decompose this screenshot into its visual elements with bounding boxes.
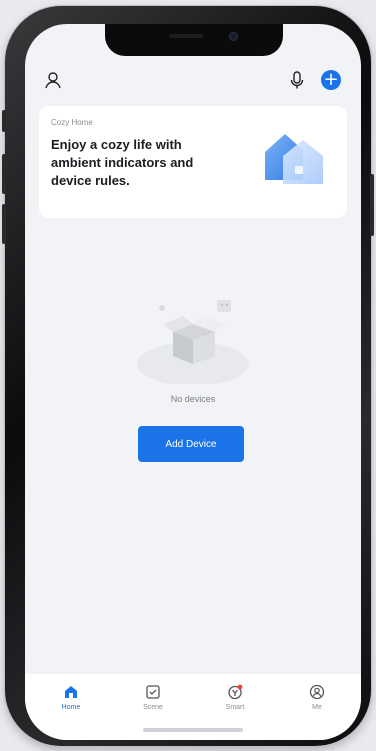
cozy-home-banner[interactable]: Cozy Home Enjoy a cozy life with ambient… xyxy=(39,106,347,218)
volume-down-button xyxy=(2,204,6,244)
top-bar: + xyxy=(25,70,361,94)
tab-smart[interactable]: Smart xyxy=(205,684,265,711)
tab-smart-label: Smart xyxy=(225,704,245,711)
tab-home-label: Home xyxy=(61,704,81,711)
banner-title: Enjoy a cozy life with ambient indicator… xyxy=(51,137,194,188)
me-icon xyxy=(309,684,325,700)
house-illustration-icon xyxy=(265,134,323,184)
volume-up-button xyxy=(2,154,6,194)
add-device-button[interactable]: Add Device xyxy=(138,426,244,462)
speaker-grille xyxy=(169,34,203,38)
app-screen: + Cozy Home Enjoy a cozy life with ambie… xyxy=(25,24,361,740)
banner-subtitle: Cozy Home xyxy=(51,118,93,127)
empty-state: No devices xyxy=(25,294,361,404)
tab-scene-label: Scene xyxy=(143,704,163,711)
microphone-icon[interactable] xyxy=(287,70,307,90)
smart-icon xyxy=(228,684,243,700)
home-indicator xyxy=(143,728,243,732)
tab-me-label: Me xyxy=(312,704,322,711)
home-icon xyxy=(65,686,77,698)
notch xyxy=(105,24,283,56)
front-camera xyxy=(229,32,238,41)
tab-scene[interactable]: Scene xyxy=(123,684,183,711)
tab-home[interactable]: Home xyxy=(41,684,101,711)
add-icon[interactable]: + xyxy=(321,70,341,90)
no-devices-text: No devices xyxy=(170,394,216,404)
user-icon[interactable] xyxy=(43,70,63,90)
tab-me[interactable]: Me xyxy=(287,684,347,711)
power-button xyxy=(370,174,374,236)
scene-icon xyxy=(146,685,160,699)
phone-frame: + Cozy Home Enjoy a cozy life with ambie… xyxy=(2,6,374,746)
silent-switch xyxy=(2,110,6,132)
empty-box-icon xyxy=(137,300,249,384)
